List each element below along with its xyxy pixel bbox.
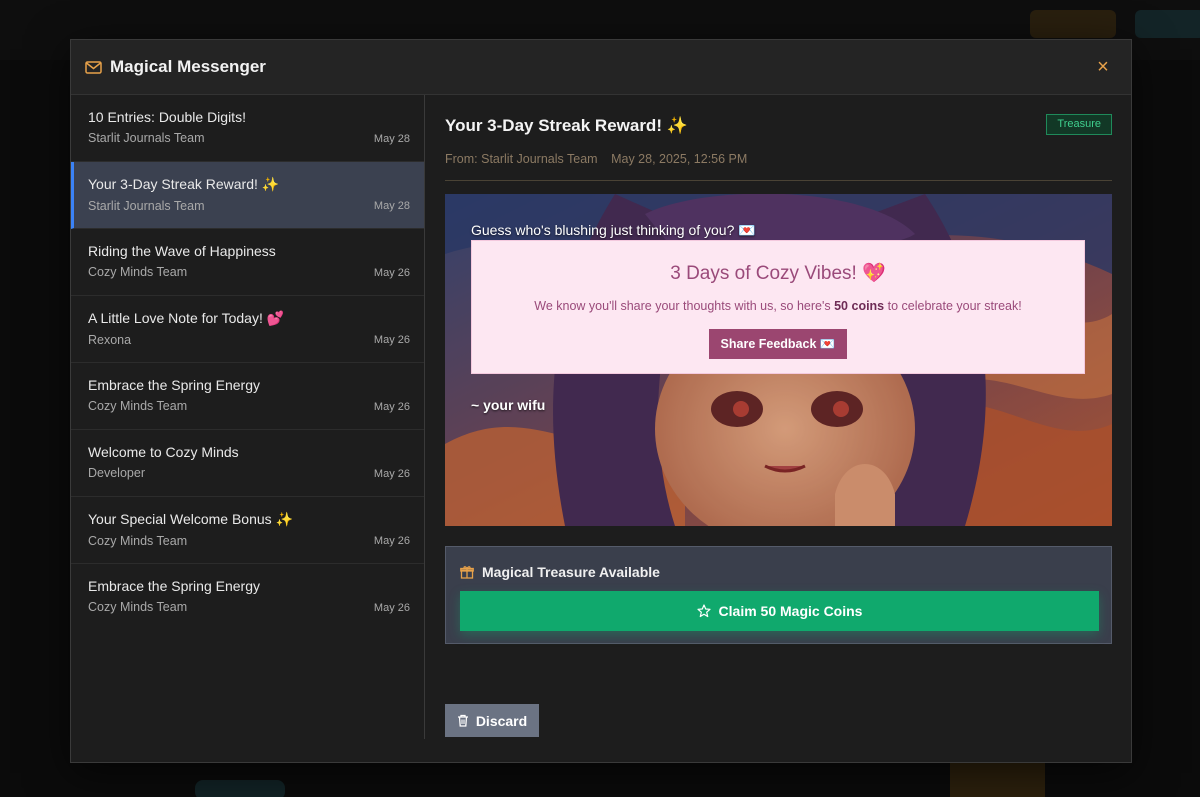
message-title: Your 3-Day Streak Reward! ✨ [88,176,280,192]
message-title: Your Special Welcome Bonus ✨ [88,511,293,527]
greeting-text: Guess who's blushing just thinking of yo… [471,222,756,238]
message-sender: Starlit Journals Team [88,131,205,145]
message-title: 10 Entries: Double Digits! [88,109,246,125]
close-icon[interactable]: × [1093,57,1113,77]
message-date: May 28 [373,133,410,145]
message-list-item[interactable]: 10 Entries: Double Digits! Starlit Journ… [71,95,424,162]
treasure-badge: Treasure [1046,114,1112,135]
coin-amount: 50 coins [834,299,885,313]
message-sender: Developer [88,466,145,480]
message-sender: Cozy Minds Team [88,534,188,548]
message-date: May 26 [373,602,410,614]
card-body-text: to celebrate your streak! [884,299,1022,313]
message-sender: Cozy Minds Team [88,399,188,413]
message-date: May 26 [373,334,410,346]
divider [445,180,1112,181]
message-sender: Cozy Minds Team [88,600,188,614]
message-title: Riding the Wave of Happiness [88,243,276,259]
messenger-modal: Magical Messenger × 10 Entries: Double D… [70,39,1132,763]
message-title: Embrace the Spring Energy [88,578,260,594]
share-feedback-button[interactable]: Share Feedback 💌 [708,329,848,359]
message-list: 10 Entries: Double Digits! Starlit Journ… [71,95,425,739]
message-sender: Rexona [88,333,132,347]
message-list-item[interactable]: Embrace the Spring Energy Cozy Minds Tea… [71,363,424,430]
message-date: May 26 [373,468,410,480]
message-detail: Your 3-Day Streak Reward! ✨ Treasure Fro… [445,95,1112,764]
message-list-item-selected[interactable]: Your 3-Day Streak Reward! ✨ Starlit Jour… [71,162,424,229]
trash-icon [457,714,469,727]
claim-coins-button[interactable]: Claim 50 Magic Coins [460,591,1099,631]
discard-button[interactable]: Discard [445,704,539,737]
reward-card-body: We know you'll share your thoughts with … [472,299,1084,313]
message-date: May 28 [373,200,410,212]
message-title: A Little Love Note for Today! 💕 [88,310,285,326]
treasure-heading-text: Magical Treasure Available [482,564,660,580]
reward-card-title: 3 Days of Cozy Vibes! 💖 [670,263,886,284]
card-body-text: We know you'll share your thoughts with … [534,299,835,313]
reward-card: 3 Days of Cozy Vibes! 💖 We know you'll s… [471,240,1085,374]
claim-button-label: Claim 50 Magic Coins [718,603,863,619]
message-detail-title: Your 3-Day Streak Reward! ✨ [445,116,688,135]
message-date: May 26 [373,535,410,547]
message-datetime: May 28, 2025, 12:56 PM [611,152,748,166]
message-list-item[interactable]: Your Special Welcome Bonus ✨ Cozy Minds … [71,497,424,564]
message-meta: From: Starlit Journals Team May 28, 2025… [445,152,747,166]
message-list-item[interactable]: Embrace the Spring Energy Cozy Minds Tea… [71,564,424,631]
message-sender: Starlit Journals Team [88,199,205,213]
star-icon [696,604,711,618]
message-sender: Cozy Minds Team [88,265,188,279]
modal-title: Magical Messenger [110,57,266,76]
discard-button-label: Discard [475,712,528,729]
letter-body: Guess who's blushing just thinking of yo… [445,194,1112,526]
signoff-text: ~ your wifu [471,397,546,413]
treasure-heading: Magical Treasure Available [460,564,660,580]
message-list-item[interactable]: Welcome to Cozy Minds Developer May 26 [71,430,424,497]
message-from: From: Starlit Journals Team [445,152,598,166]
message-title: Embrace the Spring Energy [88,377,260,393]
message-date: May 26 [373,267,410,279]
gift-icon [460,565,474,579]
mail-icon [85,60,102,74]
treasure-panel: Magical Treasure Available Claim 50 Magi… [445,546,1112,644]
message-title: Welcome to Cozy Minds [88,444,239,460]
message-date: May 26 [373,401,410,413]
message-list-item[interactable]: Riding the Wave of Happiness Cozy Minds … [71,229,424,296]
modal-header: Magical Messenger × [71,40,1131,95]
message-list-item[interactable]: A Little Love Note for Today! 💕 Rexona M… [71,296,424,363]
